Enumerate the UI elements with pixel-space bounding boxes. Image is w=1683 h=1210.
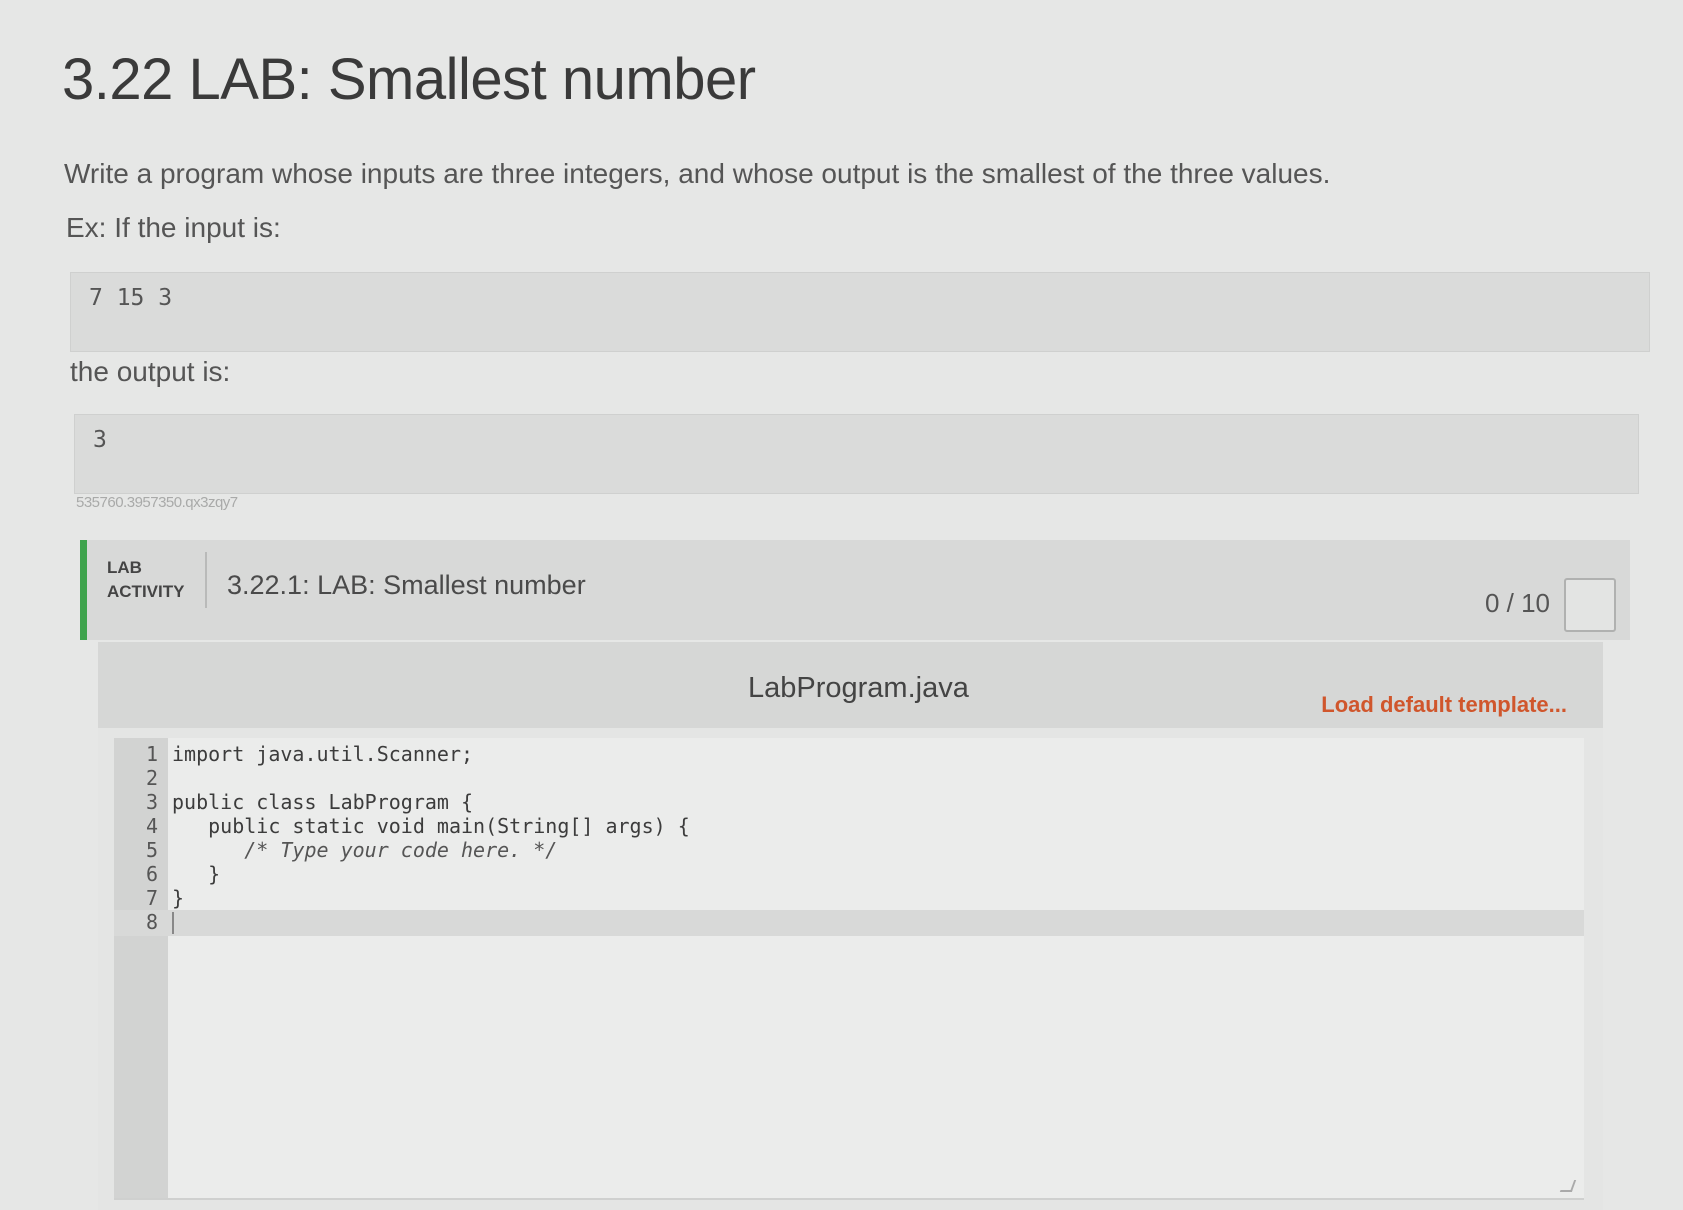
editor-header: LabProgram.java Load default template... xyxy=(98,642,1603,728)
code-editor-panel: LabProgram.java Load default template...… xyxy=(98,642,1603,1210)
code-text: public class LabProgram { xyxy=(172,790,474,814)
example-output-text: 3 xyxy=(93,427,107,453)
code-editor[interactable]: 1 import java.util.Scanner; 2 3 public class… xyxy=(114,738,1584,1200)
code-text: } xyxy=(172,886,185,910)
lab-tag-line2: ACTIVITY xyxy=(107,582,185,601)
code-text: } xyxy=(172,862,221,886)
header-divider xyxy=(205,552,207,608)
line-number: 8 xyxy=(145,910,158,934)
code-line[interactable]: 4 public static void main(String[] args)… xyxy=(114,814,1584,840)
line-number: 5 xyxy=(145,838,158,862)
score-display: 0 / 10 xyxy=(1484,588,1550,618)
example-input-box: 7 15 3 xyxy=(70,272,1650,352)
lab-activity-title: 3.22.1: LAB: Smallest number xyxy=(227,570,586,600)
code-text: import java.util.Scanner; xyxy=(172,742,474,766)
problem-hash: 535760.3957350.qx3zqy7 xyxy=(76,494,238,511)
lab-page: 3.22 LAB: Smallest number Write a progra… xyxy=(0,0,1683,1210)
completion-box-icon xyxy=(1564,578,1616,632)
lab-activity-header: LAB ACTIVITY 3.22.1: LAB: Smallest numbe… xyxy=(80,540,1630,640)
line-number: 6 xyxy=(145,862,158,886)
code-line[interactable]: 2 xyxy=(114,766,1584,792)
line-number: 2 xyxy=(145,766,158,790)
text-cursor xyxy=(172,912,174,934)
problem-prompt: Write a program whose inputs are three i… xyxy=(64,158,1331,189)
lab-tag-line1: LAB xyxy=(107,558,142,577)
code-line[interactable]: 8 xyxy=(114,910,1584,936)
editor-filename: LabProgram.java xyxy=(748,672,969,704)
example-input-label: Ex: If the input is: xyxy=(66,212,281,243)
code-text: /* Type your code here. */ xyxy=(172,838,558,862)
load-default-template-link[interactable]: Load default template... xyxy=(1321,692,1567,718)
code-line[interactable]: 5 /* Type your code here. */ xyxy=(114,838,1584,864)
code-text: public static void main(String[] args) { xyxy=(172,814,690,838)
resize-handle-icon[interactable] xyxy=(1559,1180,1577,1192)
lab-activity-tag: LAB ACTIVITY xyxy=(107,556,184,604)
page-title: 3.22 LAB: Smallest number xyxy=(62,47,756,112)
code-line[interactable]: 1 import java.util.Scanner; xyxy=(114,742,1584,768)
line-number: 1 xyxy=(145,742,158,766)
line-number: 7 xyxy=(145,886,158,910)
example-output-label: the output is: xyxy=(70,356,231,387)
code-line[interactable]: 3 public class LabProgram { xyxy=(114,790,1584,816)
example-output-box: 3 xyxy=(74,414,1639,494)
line-number: 4 xyxy=(145,814,158,838)
line-number: 3 xyxy=(145,790,158,814)
code-line[interactable]: 6 } xyxy=(114,862,1584,888)
example-input-text: 7 15 3 xyxy=(89,285,173,311)
code-line[interactable]: 7} xyxy=(114,886,1584,912)
